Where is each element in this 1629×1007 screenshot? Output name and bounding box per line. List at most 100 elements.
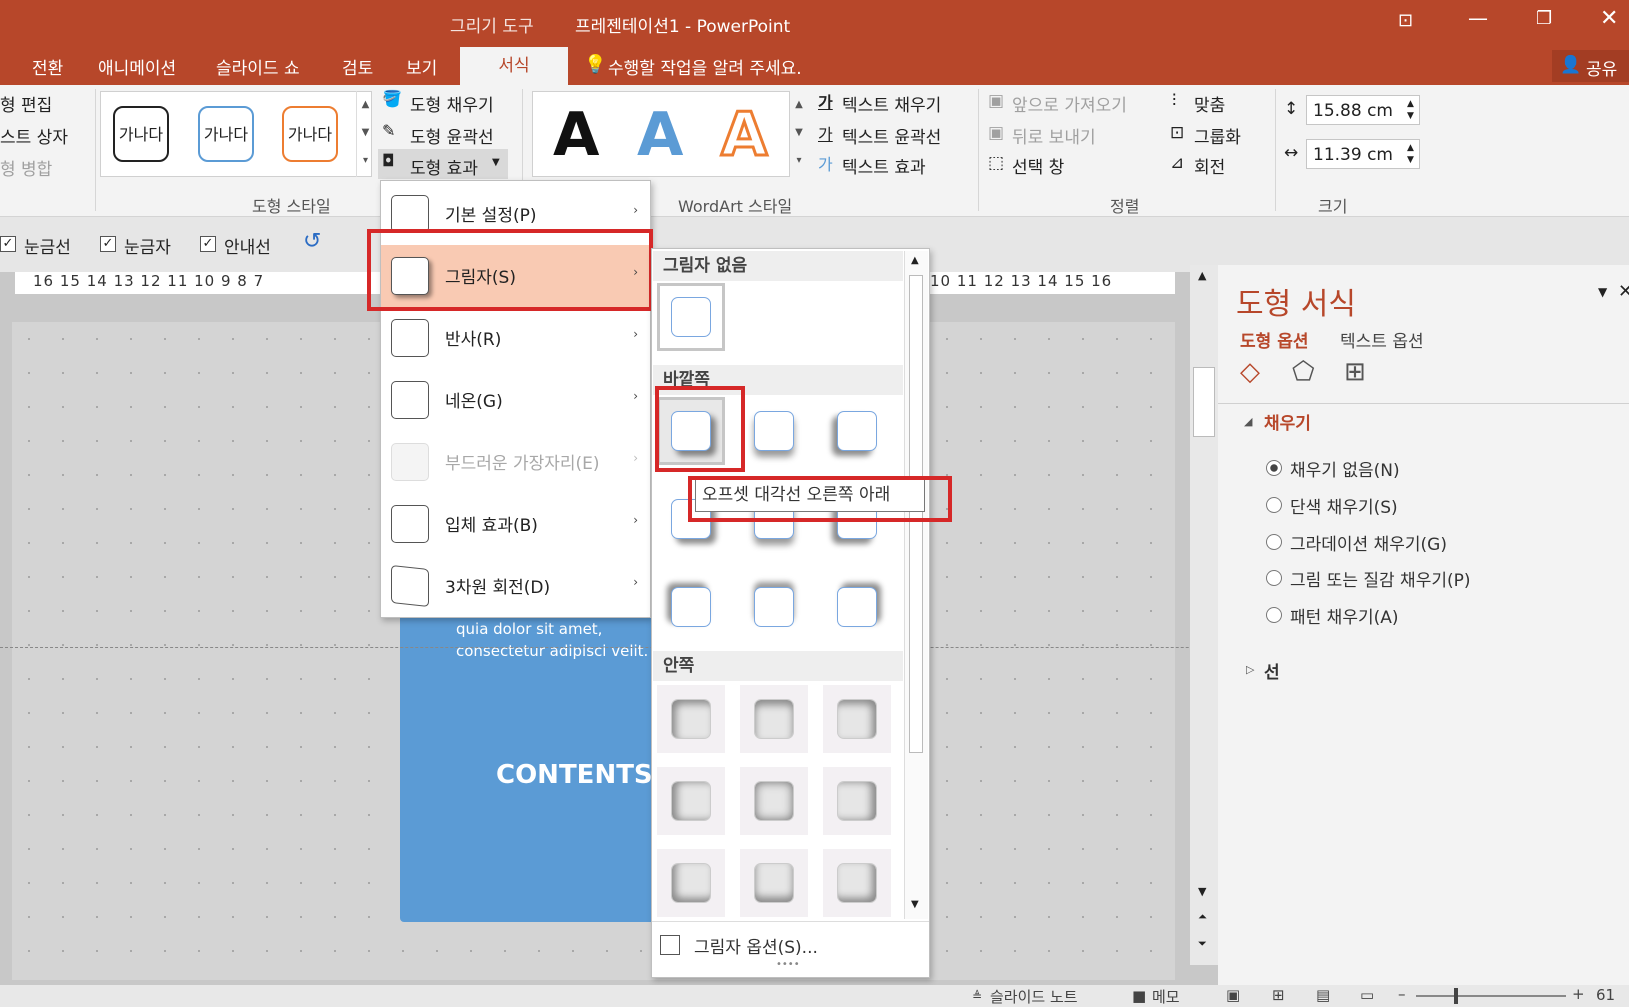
send-backward-button[interactable]: 뒤로 보내기 xyxy=(1012,123,1096,148)
scroll-thumb[interactable] xyxy=(1193,367,1215,437)
guides-checkbox[interactable]: ✓ xyxy=(200,236,216,252)
menu-item-reflection[interactable]: 반사(R) › xyxy=(381,307,650,369)
height-input[interactable]: 15.88 cm ▲ ▼ xyxy=(1306,95,1420,125)
gridlines-checkbox[interactable]: ✓ xyxy=(0,236,16,252)
scroll-up-icon[interactable]: ▲ xyxy=(1198,269,1206,282)
merge-shapes-button[interactable]: 형 병합 xyxy=(0,155,52,180)
pane-options-chevron-icon[interactable]: ▼ xyxy=(1598,285,1607,299)
next-slide-icon[interactable]: ⏷ xyxy=(1198,937,1207,951)
expand-fill-icon[interactable]: ◢ xyxy=(1244,415,1252,428)
menu-item-3d-rotation[interactable]: 3차원 회전(D) › xyxy=(381,555,650,617)
share-button[interactable]: 👤 공유 xyxy=(1552,50,1629,82)
inner-shadow-1[interactable] xyxy=(657,685,725,753)
scroll-down-icon[interactable]: ▼ xyxy=(1198,885,1206,898)
wordart-orange[interactable]: A xyxy=(719,99,768,172)
zoom-slider-thumb[interactable] xyxy=(1454,988,1458,1004)
width-input[interactable]: 11.39 cm ▲ ▼ xyxy=(1306,139,1420,169)
group-button[interactable]: 그룹화 xyxy=(1194,123,1241,148)
slideshow-view-icon[interactable]: ▭ xyxy=(1360,986,1374,1004)
inner-shadow-4[interactable] xyxy=(657,767,725,835)
restore-icon[interactable]: ❐ xyxy=(1536,8,1552,29)
normal-view-icon[interactable]: ▣ xyxy=(1226,986,1240,1004)
gallery-scroll[interactable]: ▲ ▼ ▾ xyxy=(356,91,374,177)
text-box-button[interactable]: 스트 상자 xyxy=(0,123,68,148)
pane-close-icon[interactable]: ✕ xyxy=(1618,281,1629,302)
tab-review[interactable]: 검토 xyxy=(342,54,373,79)
radio-no-fill[interactable] xyxy=(1266,460,1282,476)
gallery-scrollbar[interactable]: ▲ ▼ xyxy=(904,251,928,919)
wordart-black[interactable]: A xyxy=(553,100,599,170)
zoom-level[interactable]: 61 xyxy=(1596,986,1615,1004)
shadow-none-tile[interactable] xyxy=(657,283,725,351)
style-swatch-orange[interactable]: 가나다 xyxy=(282,106,338,162)
outer-shadow-bottom[interactable] xyxy=(740,397,808,465)
radio-pattern-fill[interactable] xyxy=(1266,607,1282,623)
outer-shadow-top-right[interactable] xyxy=(657,573,725,641)
outer-shadow-bottom-left[interactable] xyxy=(823,397,891,465)
fill-line-icon[interactable]: ◇ xyxy=(1240,357,1260,387)
zoom-out-icon[interactable]: – xyxy=(1398,985,1406,1003)
radio-picture-fill[interactable] xyxy=(1266,570,1282,586)
selection-pane-button[interactable]: 선택 창 xyxy=(1012,153,1064,178)
shadow-options-link[interactable]: 그림자 옵션(S)... xyxy=(694,933,818,958)
shape-fill-button[interactable]: 도형 채우기 xyxy=(410,91,494,116)
menu-item-soft-edges[interactable]: 부드러운 가장자리(E) › xyxy=(381,431,650,493)
tab-shape-options[interactable]: 도형 옵션 xyxy=(1240,327,1308,352)
style-swatch-blue[interactable]: 가나다 xyxy=(198,106,254,162)
line-section-header[interactable]: 선 xyxy=(1264,658,1280,683)
slide-shape[interactable]: quia dolor sit amet, consectetur adipisc… xyxy=(400,610,662,922)
refresh-icon[interactable]: ↺ xyxy=(303,229,321,254)
resize-grip-icon[interactable]: •••• xyxy=(776,959,800,970)
inner-shadow-3[interactable] xyxy=(823,685,891,753)
menu-item-glow[interactable]: 네온(G) › xyxy=(381,369,650,431)
radio-gradient-fill[interactable] xyxy=(1266,534,1282,550)
bring-forward-button[interactable]: 앞으로 가져오기 xyxy=(1012,91,1127,116)
reading-view-icon[interactable]: ▤ xyxy=(1316,986,1330,1004)
text-outline-button[interactable]: 텍스트 윤곽선 xyxy=(842,123,941,148)
notes-button[interactable]: 슬라이드 노트 xyxy=(990,986,1078,1007)
vertical-scrollbar[interactable]: ▲ ▼ ⏶ ⏷ xyxy=(1190,265,1218,965)
tab-slideshow[interactable]: 슬라이드 쇼 xyxy=(216,54,300,79)
zoom-slider[interactable] xyxy=(1416,995,1566,997)
rotate-button[interactable]: 회전 xyxy=(1194,153,1225,178)
expand-line-icon[interactable]: ▷ xyxy=(1246,663,1254,676)
inner-shadow-8[interactable] xyxy=(740,849,808,917)
tab-text-options[interactable]: 텍스트 옵션 xyxy=(1340,327,1424,352)
close-icon[interactable]: ✕ xyxy=(1600,6,1618,31)
inner-shadow-7[interactable] xyxy=(657,849,725,917)
size-properties-icon[interactable]: ⊞ xyxy=(1344,357,1366,387)
outer-shadow-top-left[interactable] xyxy=(823,573,891,641)
effects-pentagon-icon[interactable]: ⬠ xyxy=(1292,357,1315,387)
ruler-checkbox[interactable]: ✓ xyxy=(100,236,116,252)
text-effects-button[interactable]: 텍스트 효과 xyxy=(842,153,926,178)
ribbon-display-icon[interactable]: ⊡ xyxy=(1398,10,1413,31)
inner-shadow-2[interactable] xyxy=(740,685,808,753)
outer-shadow-top[interactable] xyxy=(740,573,808,641)
radio-solid-fill[interactable] xyxy=(1266,497,1282,513)
tab-transitions[interactable]: 전환 xyxy=(32,54,63,79)
wordart-scroll[interactable]: ▲ ▼ ▾ xyxy=(790,91,808,177)
menu-item-bevel[interactable]: 입체 효과(B) › xyxy=(381,493,650,555)
tab-format[interactable]: 서식 xyxy=(460,47,568,85)
align-button[interactable]: 맞춤 xyxy=(1194,91,1225,116)
style-swatch-black[interactable]: 가나다 xyxy=(113,106,169,162)
comments-button[interactable]: 메모 xyxy=(1152,986,1180,1007)
shape-outline-button[interactable]: 도형 윤곽선 xyxy=(410,123,494,148)
text-fill-button[interactable]: 텍스트 채우기 xyxy=(842,91,941,116)
edit-shape-button[interactable]: 형 편집 xyxy=(0,91,52,116)
zoom-in-icon[interactable]: + xyxy=(1572,985,1585,1003)
tab-animations[interactable]: 애니메이션 xyxy=(98,54,176,79)
sorter-view-icon[interactable]: ⊞ xyxy=(1272,986,1285,1004)
spinner-icon[interactable]: ▲ ▼ xyxy=(1407,142,1414,166)
minimize-icon[interactable]: — xyxy=(1468,6,1488,30)
prev-slide-icon[interactable]: ⏶ xyxy=(1198,910,1207,924)
spinner-icon[interactable]: ▲ ▼ xyxy=(1407,98,1414,122)
scroll-up-icon[interactable]: ▲ xyxy=(911,255,919,266)
tell-me-box[interactable]: 수행할 작업을 알려 주세요. xyxy=(608,54,802,79)
wordart-blue[interactable]: A xyxy=(637,100,683,170)
tab-view[interactable]: 보기 xyxy=(406,54,437,79)
inner-shadow-6[interactable] xyxy=(823,767,891,835)
inner-shadow-5[interactable] xyxy=(740,767,808,835)
fill-section-header[interactable]: 채우기 xyxy=(1264,409,1311,434)
scroll-down-icon[interactable]: ▼ xyxy=(911,899,919,910)
